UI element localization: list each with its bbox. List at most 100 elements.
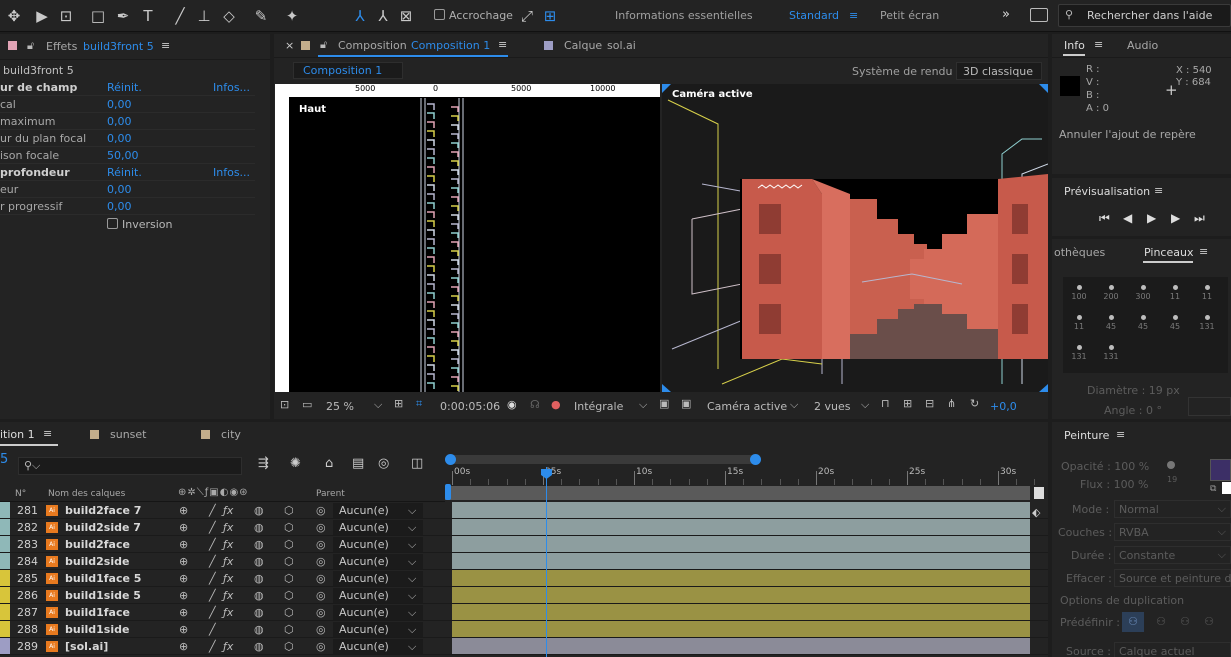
3d-layer-switch-icon[interactable]: ⬡ [284, 519, 294, 536]
current-timecode[interactable]: 0:00:05:06 [440, 400, 500, 413]
effect-about-link[interactable]: Infos... [213, 79, 250, 96]
brushes-panel-menu-icon[interactable]: ≡ [1199, 245, 1208, 258]
3d-layer-switch-icon[interactable]: ⬡ [284, 587, 294, 604]
snap-checkbox[interactable]: Accrochage [434, 9, 513, 22]
3d-layer-switch-icon[interactable]: ⬡ [284, 570, 294, 587]
layer-row[interactable]: 281 Ai build2face 7 ⊕ ╱ ƒx ◍ ⬡ ◎ Aucun(e) ⌵ [0, 502, 1048, 519]
shy-switch-icon[interactable]: ⊕ [179, 553, 188, 570]
layer-row[interactable]: 288 Ai build1side ⊕ ╱ ◍ ⬡ ◎ Aucun(e) ⌵ [0, 621, 1048, 638]
audio-tab[interactable]: Audio [1127, 39, 1158, 52]
adjustment-switch-icon[interactable]: ◍ [254, 553, 264, 570]
layer-tab-label[interactable]: Calque [564, 39, 602, 52]
shy-switch-icon[interactable]: ⊕ [179, 502, 188, 519]
shy-switch-icon[interactable]: ⊕ [179, 519, 188, 536]
brush-preset[interactable]: 45 [1097, 309, 1125, 339]
pen-tool-icon[interactable]: ✒ [113, 6, 133, 26]
layer-duration-bar[interactable] [452, 621, 1030, 637]
foreground-color-swatch[interactable] [1210, 459, 1231, 481]
workspace-essentials[interactable]: Informations essentielles [615, 9, 753, 22]
last-frame-icon[interactable]: ⏭ [1194, 211, 1205, 226]
current-time-display[interactable]: 5 [0, 452, 8, 467]
source-dropdown[interactable]: Calque actuel [1114, 642, 1231, 657]
layer-search-input[interactable]: ⚲⌵ [18, 457, 242, 475]
view-axis-icon[interactable]: ⊠ [396, 6, 416, 26]
puppet-tool-icon[interactable]: ✦ [282, 6, 302, 26]
layer-label-color[interactable] [0, 570, 10, 586]
local-axis-icon[interactable]: ⅄ [350, 6, 370, 26]
layer-duration-bar[interactable] [452, 570, 1030, 586]
3d-layer-switch-icon[interactable]: ⬡ [284, 502, 294, 519]
motion-blur-icon[interactable]: ◎ [378, 456, 389, 471]
parent-pickwhip-icon[interactable]: ◎ [316, 519, 326, 536]
brush-preset[interactable]: 11 [1193, 279, 1221, 309]
effect-property-value[interactable]: 0,00 [107, 181, 132, 198]
frame-blending-icon[interactable]: ▤ [352, 456, 364, 471]
clone-preset-4-icon[interactable]: ⚇ [1198, 612, 1220, 632]
comp-tab-label[interactable]: Composition [338, 39, 407, 52]
fx-switch-icon[interactable]: ƒx [223, 553, 233, 570]
brush-preset[interactable]: 200 [1097, 279, 1125, 309]
transparency-grid-icon[interactable]: ⌗ [416, 397, 422, 411]
fast-preview-menu-icon[interactable]: ⊞ [903, 397, 912, 410]
workspace-editor-icon[interactable] [1030, 8, 1048, 22]
layer-name[interactable]: build2face 7 [65, 502, 141, 519]
layer-label-color[interactable] [0, 604, 10, 620]
help-search-box[interactable]: ⚲ Rechercher dans l'aide [1058, 4, 1231, 27]
layer-label-color[interactable] [0, 621, 10, 637]
graph-editor-icon[interactable]: ◫ [411, 456, 423, 471]
column-number[interactable]: N° [15, 489, 26, 499]
time-ruler[interactable]: 00s 05s 10s 15s 20s 25s 30s [445, 453, 1048, 502]
parent-pickwhip-icon[interactable]: ◎ [316, 570, 326, 587]
rectangle-tool-icon[interactable]: □ [88, 6, 108, 26]
libraries-tab[interactable]: othèques [1054, 246, 1105, 259]
pan-behind-tool-icon[interactable]: ⊡ [56, 6, 76, 26]
reset-exposure-icon[interactable]: ↻ [970, 397, 979, 410]
effects-tab-label[interactable]: Effets [46, 40, 77, 53]
swap-colors-icon[interactable]: ⧉ [1210, 484, 1216, 494]
help-search-placeholder[interactable]: Rechercher dans l'aide [1087, 9, 1212, 22]
layer-row[interactable]: 284 Ai build2side ⊕ ╱ ƒx ◍ ⬡ ◎ Aucun(e) ⌵ [0, 553, 1048, 570]
always-preview-icon[interactable]: ⊡ [280, 398, 289, 411]
comp-lock-icon[interactable]: 🔓︎ [320, 38, 327, 52]
clone-preset-1-icon[interactable]: ⚇ [1122, 612, 1144, 632]
region-of-interest-icon[interactable]: ⊞ [394, 397, 403, 410]
exposure-value[interactable]: +0,0 [990, 400, 1017, 413]
fast-preview-icon[interactable]: ▣ [659, 397, 669, 410]
mode-dropdown[interactable]: Normal ⌵ [1114, 500, 1231, 518]
layer-name[interactable]: build1side [65, 621, 129, 638]
fx-switch-icon[interactable]: ƒx [223, 519, 233, 536]
brush-preset[interactable]: 131 [1065, 339, 1093, 369]
adjustment-switch-icon[interactable]: ◍ [254, 519, 264, 536]
layer-name[interactable]: build2face [65, 536, 130, 553]
layer-row[interactable]: 282 Ai build2side 7 ⊕ ╱ ƒx ◍ ⬡ ◎ Aucun(e) ⌵ [0, 519, 1048, 536]
camera-view-dropdown[interactable]: Caméra active [707, 400, 787, 413]
layer-row[interactable]: 285 Ai build1face 5 ⊕ ╱ ƒx ◍ ⬡ ◎ Aucun(e) ⌵ [0, 570, 1048, 587]
adjustment-switch-icon[interactable]: ◍ [254, 621, 264, 638]
layer-duration-bar[interactable] [452, 604, 1030, 620]
paint-opacity[interactable]: Opacité : 100 % [1061, 460, 1149, 473]
effect-property-value[interactable]: 50,00 [107, 147, 139, 164]
layer-row[interactable]: 286 Ai build1side 5 ⊕ ╱ ƒx ◍ ⬡ ◎ Aucun(e) ⌵ [0, 587, 1048, 604]
adjustment-switch-icon[interactable]: ◍ [254, 536, 264, 553]
toggle-pixel-aspect-icon[interactable]: ⊓ [881, 397, 890, 410]
column-layer-name[interactable]: Nom des calques [48, 489, 125, 499]
fx-switch-icon[interactable]: ƒx [223, 587, 233, 604]
effect-property-value[interactable]: Réinit. [107, 79, 142, 96]
layer-name[interactable]: build2side [65, 553, 129, 570]
brush-preset[interactable]: 45 [1129, 309, 1157, 339]
layer-name[interactable]: build1face [65, 604, 130, 621]
resolution-dropdown[interactable]: Intégrale [574, 400, 623, 413]
layer-name[interactable]: build1side 5 [65, 587, 141, 604]
3d-layer-switch-icon[interactable]: ⬡ [284, 604, 294, 621]
active-camera-viewport[interactable]: Caméra active [662, 84, 1048, 392]
hand-tool-icon[interactable]: ✥ [4, 6, 24, 26]
comp-mini-flowchart-icon[interactable]: ⇶ [258, 456, 269, 471]
layer-name[interactable]: build2side 7 [65, 519, 141, 536]
snap-grid-icon[interactable]: ⊞ [540, 6, 560, 26]
layer-duration-bar[interactable] [452, 587, 1030, 603]
work-area-start-handle[interactable] [445, 454, 456, 465]
renderer-dropdown[interactable]: 3D classique [956, 62, 1042, 80]
3d-layer-switch-icon[interactable]: ⬡ [284, 553, 294, 570]
show-snapshot-icon[interactable]: ☊ [530, 398, 540, 411]
info-tab[interactable]: Info [1064, 39, 1085, 52]
